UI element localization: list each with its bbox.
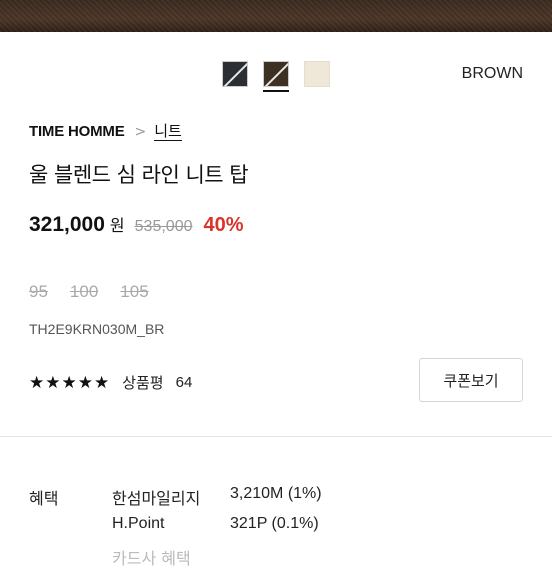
star-rating-icon: ★★★★★ (29, 372, 111, 393)
benefit-name: 한섬마일리지 (112, 489, 201, 508)
benefit-row[interactable]: 카드사 혜택 (112, 545, 230, 569)
size-option-100: 100 (69, 282, 99, 301)
product-code: TH2E9KRN030M_BR (29, 321, 165, 337)
review-summary[interactable]: ★★★★★ 상품평 64 (29, 372, 192, 393)
view-coupon-button[interactable]: 쿠폰보기 (419, 358, 523, 402)
selected-swatch-indicator (263, 90, 289, 92)
brand-link[interactable]: TIME HOMME (29, 123, 125, 140)
slash-icon (264, 62, 288, 86)
benefit-name: 카드사 혜택 (112, 549, 191, 568)
benefits-heading: 혜택 (29, 489, 59, 508)
slash-icon (223, 62, 247, 86)
product-image-bottom (0, 0, 552, 32)
sale-price: 321,000 (29, 213, 105, 236)
size-option-95: 95 (29, 282, 48, 301)
benefit-value: 321P (0.1%) (230, 515, 319, 532)
selected-color-label: BROWN (461, 65, 523, 82)
benefit-name: H.Point (112, 515, 165, 532)
benefit-row: H.Point 321P (0.1%) (112, 515, 319, 533)
price-row: 321,000 원 535,000 40% (29, 212, 244, 237)
size-options: 95 100 105 (29, 282, 149, 302)
review-label: 상품평 (122, 374, 164, 392)
chevron-right-icon: > (134, 123, 147, 140)
product-title: 울 블렌드 심 라인 니트 탑 (29, 163, 249, 187)
category-link[interactable]: 니트 (154, 122, 182, 141)
original-price: 535,000 (134, 218, 193, 235)
breadcrumb: TIME HOMME > 니트 (29, 122, 182, 141)
color-swatch-charcoal[interactable] (222, 61, 248, 87)
discount-rate: 40% (203, 214, 244, 236)
size-option-105: 105 (120, 282, 149, 301)
currency-label: 원 (109, 216, 125, 235)
color-swatch-cream[interactable] (304, 61, 330, 87)
benefit-row: 한섬마일리지 3,210M (1%) (112, 485, 322, 509)
benefit-value: 3,210M (1%) (230, 485, 322, 502)
section-divider (0, 436, 552, 437)
color-swatch-brown[interactable] (263, 61, 289, 87)
review-count: 64 (175, 374, 193, 391)
